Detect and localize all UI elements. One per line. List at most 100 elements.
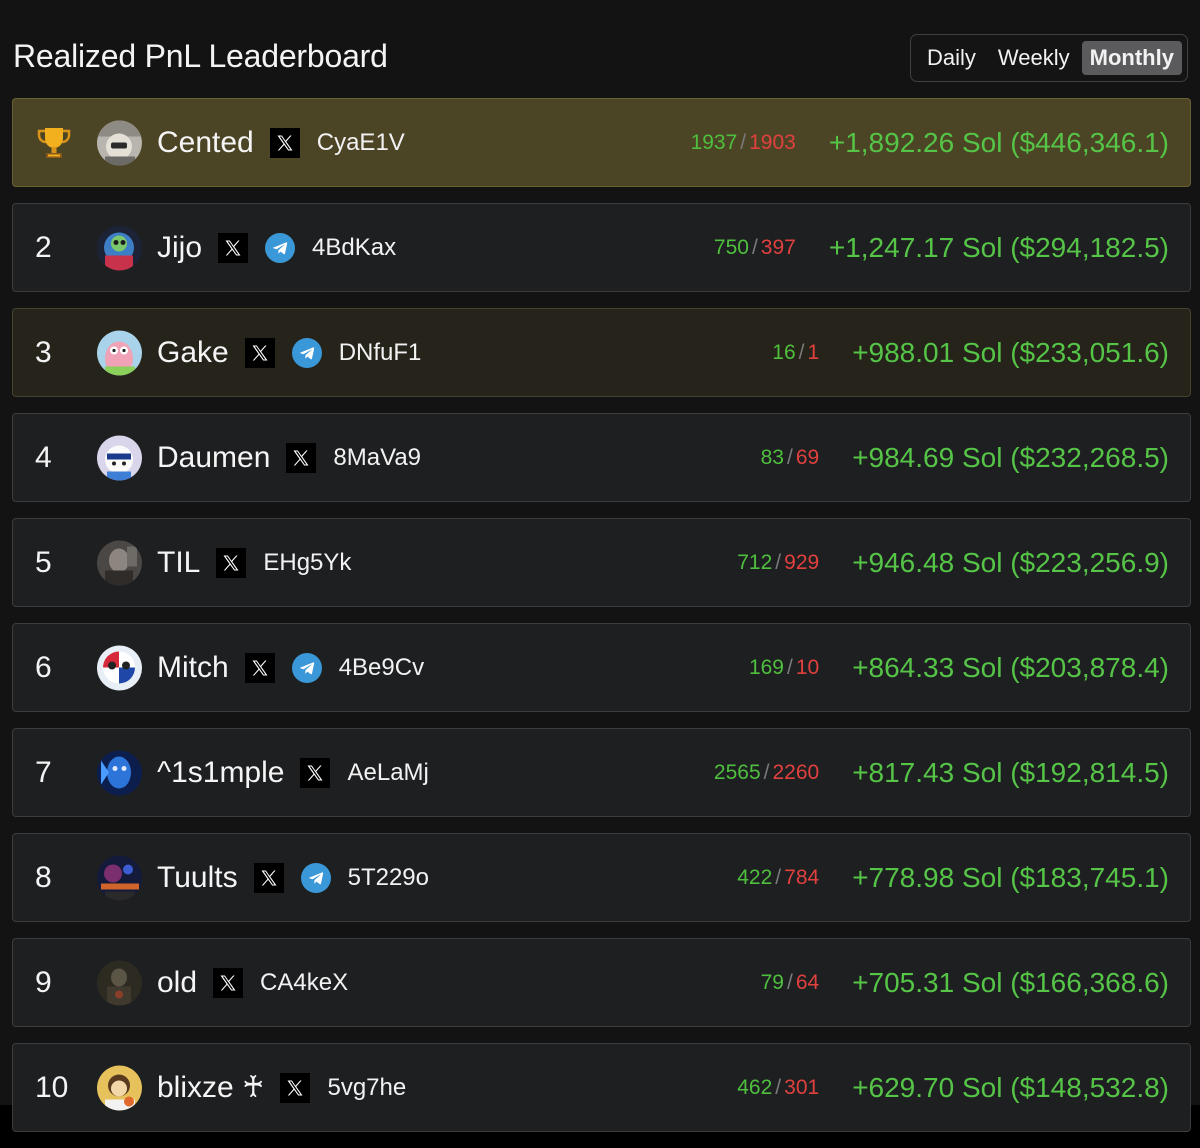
win-loss-separator: / — [775, 865, 782, 889]
trader-identity: Cented CyaE1V — [157, 99, 405, 186]
leaderboard-row[interactable]: 5 TIL EHg5Yk 712/929 +946.48 Sol ($223,256.9… — [12, 518, 1191, 607]
avatar[interactable] — [97, 120, 142, 165]
x-twitter-icon[interactable] — [218, 232, 249, 263]
avatar[interactable] — [97, 330, 142, 375]
win-loss-separator: / — [786, 445, 793, 469]
period-daily-button[interactable]: Daily — [919, 41, 984, 75]
trader-name[interactable]: Cented — [157, 126, 254, 160]
avatar[interactable] — [97, 855, 142, 900]
wallet-address[interactable]: CyaE1V — [317, 129, 405, 157]
win-count: 750 — [713, 235, 749, 259]
loss-count: 397 — [760, 235, 796, 259]
win-count: 2565 — [713, 760, 761, 784]
wallet-address[interactable]: EHg5Yk — [263, 549, 351, 577]
leaderboard-row[interactable]: 3 Gake DNfuF1 16/1 +988.01 Sol ($233,051.6) — [12, 308, 1191, 397]
leaderboard-row[interactable]: Cented CyaE1V 1937/1903 +1,892.26 Sol ($446… — [12, 98, 1191, 187]
x-twitter-icon[interactable] — [216, 547, 247, 578]
wallet-address[interactable]: CA4keX — [260, 969, 348, 997]
leaderboard-row[interactable]: 7 ^1s1mple AeLaMj 2565/2260 +817.43 Sol ($19… — [12, 728, 1191, 817]
trade-count: 83/69 — [761, 446, 820, 470]
loss-count: 64 — [795, 970, 820, 994]
avatar[interactable] — [97, 225, 142, 270]
rank-number: 8 — [35, 860, 52, 894]
period-weekly-button[interactable]: Weekly — [990, 41, 1078, 75]
trader-name[interactable]: TIL — [157, 546, 200, 580]
trader-name[interactable]: Mitch — [157, 651, 229, 685]
row-stats: 2565/2260 +817.43 Sol ($192,814.5) — [714, 729, 1169, 816]
x-twitter-icon[interactable] — [213, 967, 244, 998]
trader-identity: Tuults 5T229o — [157, 834, 429, 921]
trader-name[interactable]: old — [157, 966, 197, 1000]
telegram-icon[interactable] — [291, 652, 322, 683]
wallet-address[interactable]: 4BdKax — [312, 234, 396, 262]
wallet-address[interactable]: 8MaVa9 — [333, 444, 421, 472]
x-twitter-icon[interactable] — [300, 757, 331, 788]
leaderboard-row[interactable]: 10 blixze ♰ 5vg7he 462/301 +629.70 Sol ($148… — [12, 1043, 1191, 1132]
row-stats: 79/64 +705.31 Sol ($166,368.6) — [761, 939, 1169, 1026]
wallet-address[interactable]: AeLaMj — [347, 759, 428, 787]
row-stats: 462/301 +629.70 Sol ($148,532.8) — [737, 1044, 1169, 1131]
x-twitter-icon[interactable] — [269, 127, 300, 158]
telegram-icon[interactable] — [300, 862, 331, 893]
loss-count: 929 — [784, 550, 820, 574]
trader-name[interactable]: Tuults — [157, 861, 238, 895]
rank-number: 3 — [35, 335, 52, 369]
rank-number: 4 — [35, 440, 52, 474]
leaderboard-row[interactable]: 8 Tuults 5T229o 422/784 +778.98 Sol ($183,74… — [12, 833, 1191, 922]
trophy-icon — [35, 124, 73, 162]
leaderboard-row[interactable]: 4 Daumen 8MaVa9 83/69 +984.69 Sol ($232,268.… — [12, 413, 1191, 502]
wallet-address[interactable]: 5T229o — [348, 864, 429, 892]
rank-number: 2 — [35, 230, 52, 264]
rank-number: 9 — [35, 965, 52, 999]
leaderboard-page: Realized PnL Leaderboard Daily Weekly Mo… — [0, 0, 1200, 1132]
loss-count: 10 — [795, 655, 820, 679]
page-title: Realized PnL Leaderboard — [13, 38, 388, 74]
avatar[interactable] — [97, 1065, 142, 1110]
x-twitter-icon[interactable] — [253, 862, 284, 893]
trader-identity: TIL EHg5Yk — [157, 519, 351, 606]
trader-name[interactable]: Daumen — [157, 441, 270, 475]
win-count: 83 — [760, 445, 784, 469]
loss-count: 784 — [784, 865, 820, 889]
trader-name[interactable]: Jijo — [157, 231, 202, 265]
trader-name[interactable]: ^1s1mple — [157, 756, 284, 790]
leaderboard-row[interactable]: 6 Mitch 4Be9Cv 169/10 +864.33 Sol ($203,878.… — [12, 623, 1191, 712]
win-loss-separator: / — [775, 550, 782, 574]
avatar[interactable] — [97, 435, 142, 480]
trader-identity: Gake DNfuF1 — [157, 309, 421, 396]
avatar[interactable] — [97, 960, 142, 1005]
wallet-address[interactable]: 4Be9Cv — [339, 654, 424, 682]
realized-pnl: +864.33 Sol ($203,878.4) — [852, 651, 1169, 683]
trade-count: 750/397 — [714, 236, 796, 260]
row-stats: 83/69 +984.69 Sol ($232,268.5) — [761, 414, 1169, 501]
trader-identity: Daumen 8MaVa9 — [157, 414, 421, 501]
telegram-icon[interactable] — [265, 232, 296, 263]
win-count: 16 — [772, 340, 796, 364]
x-twitter-icon[interactable] — [244, 652, 275, 683]
win-loss-separator: / — [798, 340, 805, 364]
trade-count: 712/929 — [737, 551, 819, 575]
period-monthly-button[interactable]: Monthly — [1081, 41, 1182, 75]
avatar[interactable] — [97, 540, 142, 585]
win-loss-separator: / — [786, 970, 793, 994]
telegram-icon[interactable] — [291, 337, 322, 368]
wallet-address[interactable]: DNfuF1 — [339, 339, 422, 367]
row-stats: 750/397 +1,247.17 Sol ($294,182.5) — [714, 204, 1169, 291]
leaderboard-row[interactable]: 9 old CA4keX 79/64 +705.31 Sol ($166,368.6) — [12, 938, 1191, 1027]
win-count: 712 — [737, 550, 773, 574]
loss-count: 1903 — [749, 130, 796, 154]
row-stats: 1937/1903 +1,892.26 Sol ($446,346.1) — [691, 99, 1169, 186]
avatar[interactable] — [97, 645, 142, 690]
x-twitter-icon[interactable] — [280, 1072, 311, 1103]
x-twitter-icon[interactable] — [286, 442, 317, 473]
trader-identity: ^1s1mple AeLaMj — [157, 729, 429, 816]
trader-name[interactable]: Gake — [157, 336, 229, 370]
trader-name[interactable]: blixze ♰ — [157, 1070, 264, 1105]
win-count: 462 — [737, 1075, 773, 1099]
leaderboard-row[interactable]: 2 Jijo 4BdKax 750/397 +1,247.17 Sol ($294,18… — [12, 203, 1191, 292]
trade-count: 462/301 — [737, 1076, 819, 1100]
row-stats: 169/10 +864.33 Sol ($203,878.4) — [749, 624, 1169, 711]
x-twitter-icon[interactable] — [244, 337, 275, 368]
avatar[interactable] — [97, 750, 142, 795]
wallet-address[interactable]: 5vg7he — [327, 1074, 406, 1102]
